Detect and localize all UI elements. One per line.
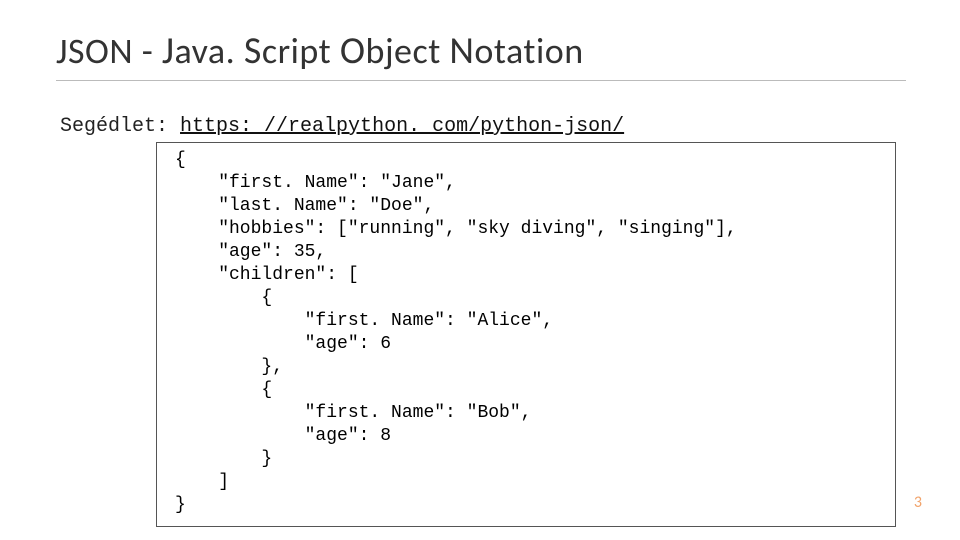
reference-line: Segédlet: https: //realpython. com/pytho… — [60, 115, 904, 138]
title-j: J — [162, 28, 175, 74]
page-number: 3 — [914, 493, 922, 512]
reference-link[interactable]: https: //realpython. com/python-json/ — [180, 115, 624, 138]
title-cript: cript — [262, 29, 340, 73]
title-prefix: JSON - — [56, 29, 162, 73]
title-bject: bject — [366, 29, 450, 73]
reference-label: Segédlet: — [60, 115, 180, 138]
title-otation: otation — [474, 29, 583, 73]
slide: JSON - Java. Script Object Notation Segé… — [0, 0, 960, 540]
title-ava: ava. — [175, 29, 244, 73]
title-o: O — [340, 28, 366, 74]
title-s: S — [244, 28, 262, 74]
title-n: N — [449, 28, 474, 74]
slide-title: JSON - Java. Script Object Notation — [56, 28, 906, 81]
json-code-block: { "first. Name": "Jane", "last. Name": "… — [156, 142, 896, 527]
